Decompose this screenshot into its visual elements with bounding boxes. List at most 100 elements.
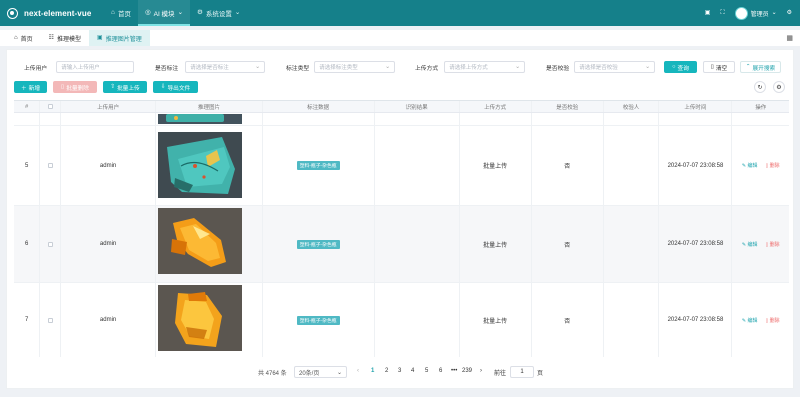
teal-crushed-bottle-image — [158, 132, 242, 198]
page-ellipsis[interactable]: ••• — [451, 368, 457, 374]
page-unit-label: 页 — [537, 371, 544, 377]
menu-home[interactable]: ⌂ 首页 — [104, 0, 138, 26]
tab-home-label: 首页 — [20, 36, 33, 43]
add-button-label: 新增 — [28, 85, 41, 92]
app-logo: next-element-vue — [0, 7, 104, 19]
batch-upload-button[interactable]: ⇧ 批量上传 — [103, 81, 147, 93]
row-result — [375, 283, 460, 357]
col-result: 识别结果 — [375, 101, 460, 112]
verified-label: 是否校验 — [546, 65, 570, 72]
clear-button[interactable]: ▯ 清空 — [703, 61, 735, 73]
clear-button-label: 清空 — [715, 65, 728, 72]
batch-delete-button[interactable]: ▯ 批量删除 — [53, 81, 97, 93]
row-verified: 否 — [532, 206, 604, 282]
row-checkbox-cell — [40, 126, 61, 205]
row-uploader: admin — [61, 126, 157, 205]
export-button[interactable]: ⇩ 导出文件 — [153, 81, 198, 93]
orange-crushed-bottle-image — [158, 208, 242, 274]
table-row[interactable]: 5 admin 塑料-瓶子-杂色瓶 批量上传 否 2024-07-07 23:0… — [14, 126, 789, 206]
previous-page-icon[interactable]: ‹ — [357, 368, 359, 374]
row-upload-method: 批量上传 — [460, 283, 532, 357]
table-row-partial — [14, 113, 789, 126]
row-upload-time: 2024-07-07 23:08:58 — [659, 206, 733, 282]
refresh-icon[interactable]: ↻ — [754, 81, 766, 93]
mark-type-label: 标注类型 — [286, 65, 310, 72]
chevron-down-icon: ⌄ — [177, 8, 184, 16]
row-index: 5 — [14, 126, 41, 205]
delete-button[interactable]: ▯ 删除 — [765, 241, 779, 248]
uploader-input[interactable]: 请输入上传用户 — [56, 61, 135, 73]
page-number[interactable]: 1 — [371, 368, 374, 374]
mark-type-filter: 标注类型 请选择标注类型 — [286, 61, 396, 73]
menu-ai-label: AI 模块 — [153, 11, 175, 18]
page-number[interactable]: 6 — [439, 368, 442, 374]
mark-tag: 塑料-瓶子-杂色瓶 — [296, 239, 340, 249]
row-operations: ✎ 编辑 ▯ 删除 — [732, 206, 789, 282]
col-verifier: 校验人 — [604, 101, 660, 112]
next-page-icon[interactable]: › — [480, 368, 482, 374]
upload-method-label: 上传方式 — [415, 65, 439, 72]
language-icon[interactable]: ▣ — [705, 10, 711, 16]
trash-icon: ▯ — [710, 64, 714, 70]
delete-button[interactable]: ▯ 删除 — [765, 317, 779, 324]
chevron-down-icon: ⌄ — [771, 10, 777, 16]
data-table: # 上传用户 推理图片 标注数据 识别结果 上传方式 是否校验 校验人 上传时间… — [14, 100, 789, 357]
column-settings-icon[interactable]: ⚙ — [773, 81, 785, 93]
main-menu: ⌂ 首页 ◎ AI 模块 ⌄ ⚙ 系统设置 ⌄ — [104, 0, 247, 26]
search-icon: ○ — [672, 64, 676, 70]
page-size-select[interactable]: 20条/页 ⌄ — [294, 366, 347, 378]
tab-images-label: 推理图片管理 — [105, 36, 142, 43]
add-button[interactable]: ＋新增 — [14, 81, 47, 93]
tab-home[interactable]: ⌂ 首页 — [6, 30, 41, 46]
page-number[interactable]: 3 — [398, 368, 401, 374]
page-number[interactable]: 2 — [385, 368, 388, 374]
menu-home-label: 首页 — [117, 11, 131, 18]
menu-ai-module[interactable]: ◎ AI 模块 ⌄ — [137, 0, 191, 26]
row-upload-time: 2024-07-07 23:08:58 — [659, 126, 733, 205]
mark-type-select[interactable]: 请选择标注类型 — [314, 61, 396, 73]
search-button[interactable]: ○ 查询 — [664, 61, 697, 73]
row-upload-time: 2024-07-07 23:08:58 — [659, 283, 733, 357]
verified-select[interactable]: 请选择是否校验 — [574, 61, 656, 73]
row-index: 6 — [14, 206, 41, 282]
row-verifier — [604, 126, 660, 205]
delete-button[interactable]: ▯ 删除 — [765, 162, 779, 169]
row-checkbox[interactable] — [47, 317, 53, 323]
row-mark-data: 塑料-瓶子-杂色瓶 — [263, 126, 375, 205]
edit-button[interactable]: ✎ 编辑 — [742, 241, 758, 248]
page-number[interactable]: 5 — [425, 368, 428, 374]
settings-gear-icon[interactable]: ⚙ — [787, 10, 792, 16]
expand-search-button[interactable]: ⌃ 展开搜索 — [740, 61, 781, 73]
select-all-checkbox[interactable] — [47, 104, 53, 109]
trash-icon: ▯ — [61, 84, 65, 90]
col-index: # — [14, 101, 41, 112]
upload-method-select[interactable]: 请选择上传方式 — [444, 61, 526, 73]
row-checkbox[interactable] — [47, 241, 53, 247]
tabs-menu-icon[interactable]: ▦ — [786, 35, 793, 42]
col-verified: 是否校验 — [532, 101, 604, 112]
table-row[interactable]: 7 admin 塑料-瓶子-杂色瓶 批量上传 否 2024-07-07 23:0… — [14, 283, 789, 357]
list-icon: ☷ — [48, 35, 55, 41]
goto-page-input[interactable]: 1 — [510, 366, 534, 378]
marked-select[interactable]: 请选择是否标注 — [185, 61, 266, 73]
fullscreen-icon[interactable]: ⛶ — [720, 10, 724, 16]
row-checkbox[interactable] — [47, 163, 53, 168]
page-number[interactable]: 239 — [462, 368, 472, 374]
table-row[interactable]: 6 admin 塑料-瓶子-杂色瓶 批量上传 否 2024-07-07 23:0… — [14, 206, 789, 283]
plus-icon: ＋ — [20, 85, 27, 92]
user-menu[interactable]: 管理员 ⌄ — [734, 6, 777, 20]
row-upload-method: 批量上传 — [460, 206, 532, 282]
search-button-label: 查询 — [677, 65, 689, 72]
export-button-label: 导出文件 — [167, 85, 191, 92]
chevron-down-icon: ⌄ — [234, 8, 241, 16]
user-name: 管理员 — [750, 11, 769, 18]
row-checkbox-cell — [40, 283, 61, 357]
row-verified: 否 — [532, 126, 604, 205]
tab-inference-images[interactable]: ▣ 推理图片管理 — [89, 30, 150, 46]
page-number[interactable]: 4 — [411, 368, 414, 374]
marked-label: 是否标注 — [155, 65, 179, 72]
menu-system-settings[interactable]: ⚙ 系统设置 ⌄ — [190, 0, 247, 26]
edit-button[interactable]: ✎ 编辑 — [742, 317, 758, 324]
edit-button[interactable]: ✎ 编辑 — [742, 162, 758, 169]
tab-inference-models[interactable]: ☷ 推理模型 — [41, 30, 89, 46]
